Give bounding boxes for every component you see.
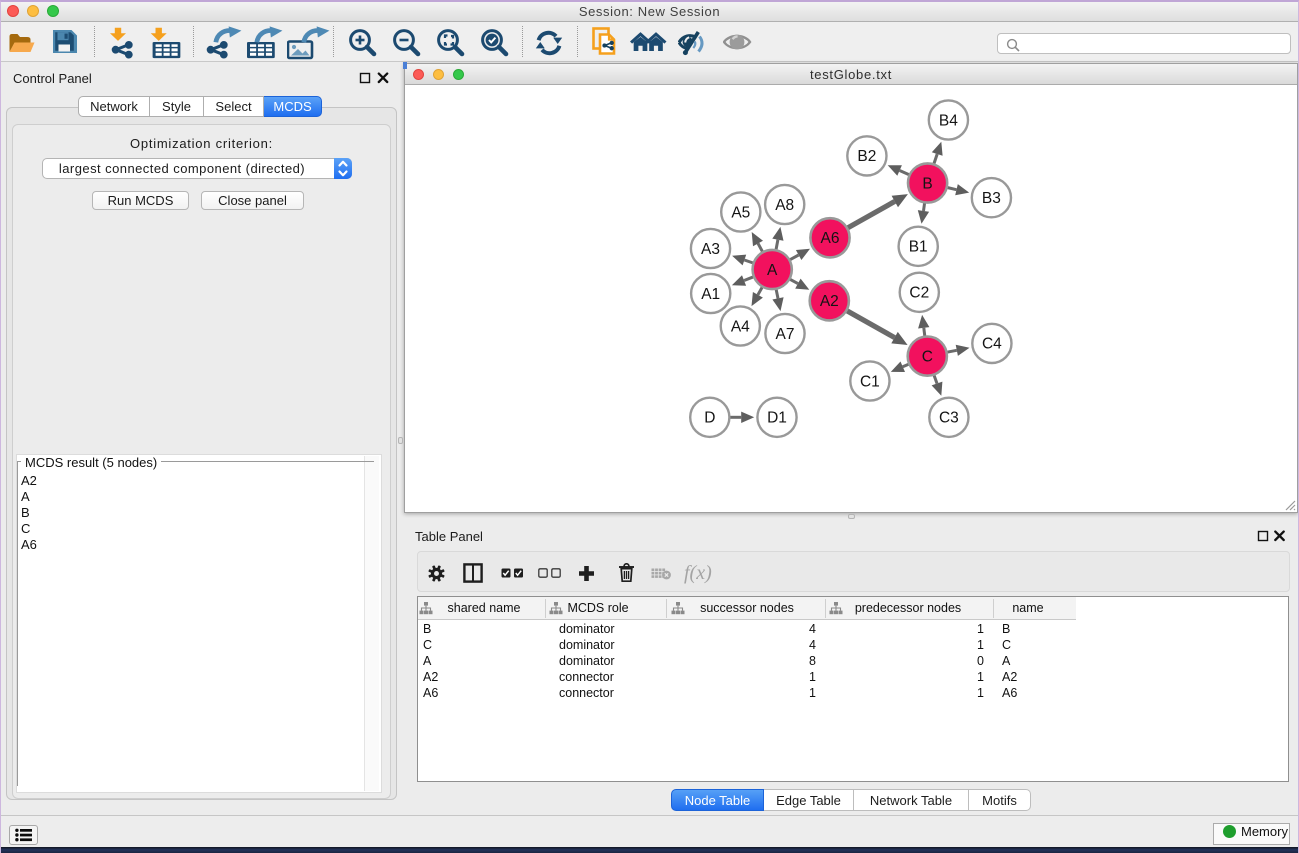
svg-text:A5: A5 (731, 204, 750, 221)
svg-text:A3: A3 (701, 241, 720, 258)
svg-text:B1: B1 (909, 239, 928, 256)
svg-text:C: C (922, 348, 933, 365)
svg-text:A2: A2 (820, 293, 839, 310)
svg-text:D1: D1 (767, 410, 787, 427)
svg-text:C1: C1 (860, 373, 880, 390)
svg-text:C3: C3 (939, 410, 959, 427)
svg-text:B4: B4 (939, 112, 958, 129)
svg-text:B2: B2 (857, 148, 876, 165)
svg-text:A7: A7 (776, 326, 795, 343)
svg-text:B3: B3 (982, 190, 1001, 207)
svg-text:D: D (704, 410, 715, 427)
svg-text:A6: A6 (821, 230, 840, 247)
svg-text:A1: A1 (701, 286, 720, 303)
svg-text:A: A (767, 262, 778, 279)
svg-text:C2: C2 (909, 285, 929, 302)
svg-text:A8: A8 (775, 197, 794, 214)
svg-text:C4: C4 (982, 336, 1002, 353)
svg-text:A4: A4 (731, 318, 750, 335)
svg-text:B: B (922, 175, 932, 192)
